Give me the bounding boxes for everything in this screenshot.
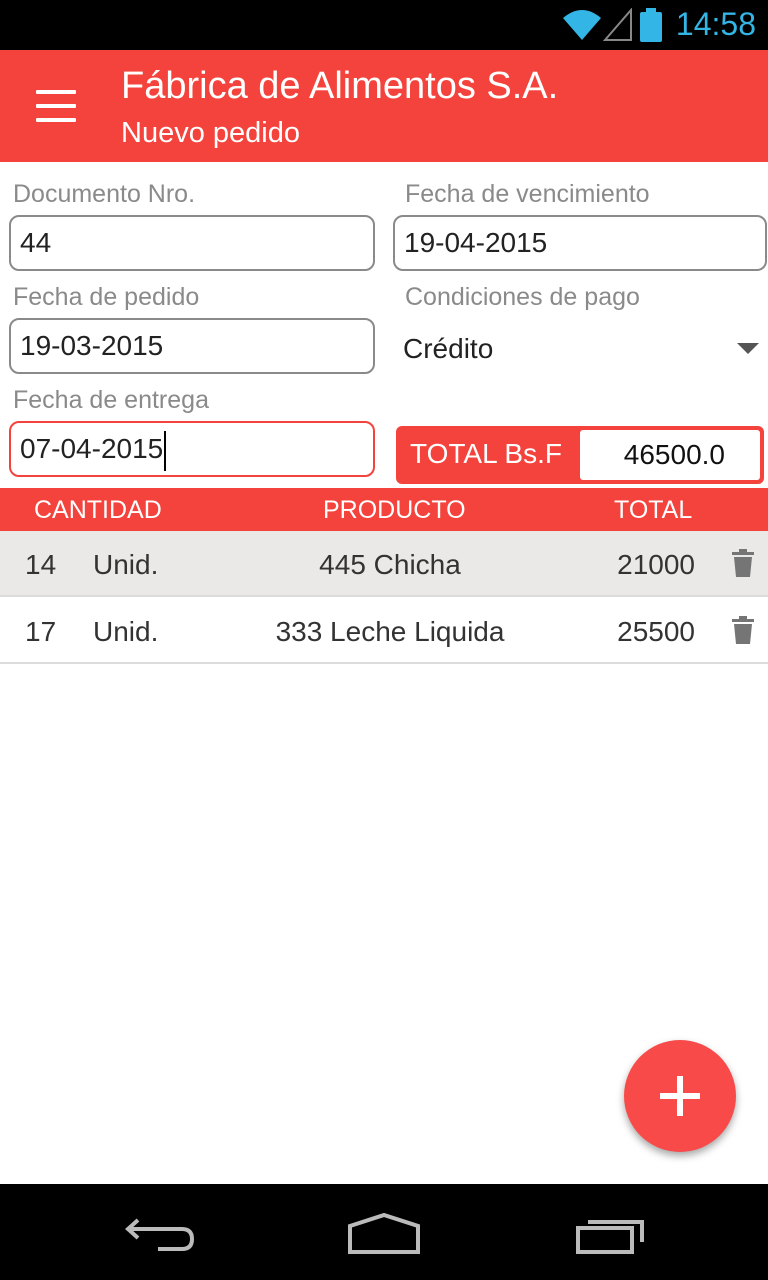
trash-icon[interactable] xyxy=(732,616,754,644)
home-icon[interactable] xyxy=(346,1212,422,1256)
header-total: TOTAL xyxy=(614,496,693,524)
pedido-label: Fecha de pedido xyxy=(13,283,200,311)
navigation-bar xyxy=(0,1184,768,1280)
status-time: 14:58 xyxy=(675,6,756,42)
recents-icon[interactable] xyxy=(574,1214,646,1256)
row-total: 25500 xyxy=(617,616,695,647)
documento-field[interactable]: 44 xyxy=(9,215,375,271)
entrega-value: 07-04-2015 xyxy=(20,433,164,464)
app-bar: Fábrica de Alimentos S.A. Nuevo pedido xyxy=(0,50,768,162)
condiciones-select[interactable]: Crédito xyxy=(403,324,763,374)
row-product: 333 Leche Liquida xyxy=(275,616,505,647)
row-unit: Unid. xyxy=(93,616,159,647)
table-row[interactable]: 14 Unid. 445 Chicha 21000 xyxy=(0,531,768,597)
header-producto: PRODUCTO xyxy=(323,496,466,524)
total-box: TOTAL Bs.F 46500.0 xyxy=(396,426,764,484)
trash-icon[interactable] xyxy=(732,549,754,577)
vencimiento-label: Fecha de vencimiento xyxy=(405,180,650,208)
text-cursor xyxy=(164,430,167,471)
pedido-field[interactable]: 19-03-2015 xyxy=(9,318,375,374)
wifi-icon xyxy=(563,10,601,40)
app-title: Fábrica de Alimentos S.A. xyxy=(121,65,559,107)
entrega-label: Fecha de entrega xyxy=(13,386,209,414)
app-subtitle: Nuevo pedido xyxy=(121,117,300,149)
documento-label: Documento Nro. xyxy=(13,180,196,208)
row-total: 21000 xyxy=(617,549,695,580)
entrega-field[interactable]: 07-04-2015 xyxy=(9,421,375,477)
header-cantidad: CANTIDAD xyxy=(34,496,162,524)
menu-icon[interactable] xyxy=(36,90,76,122)
total-label: TOTAL Bs.F xyxy=(410,438,562,469)
total-value: 46500.0 xyxy=(580,430,760,480)
table-row[interactable]: 17 Unid. 333 Leche Liquida 25500 xyxy=(0,598,768,664)
condiciones-value: Crédito xyxy=(403,333,494,364)
dropdown-arrow-icon xyxy=(737,343,759,354)
status-bar: 14:58 xyxy=(0,0,768,50)
row-qty: 17 xyxy=(25,616,57,647)
row-product: 445 Chicha xyxy=(319,549,461,580)
vencimiento-field[interactable]: 19-04-2015 xyxy=(393,215,767,271)
back-icon[interactable] xyxy=(124,1216,196,1256)
table-header: CANTIDAD PRODUCTO TOTAL xyxy=(0,488,768,531)
row-qty: 14 xyxy=(25,549,57,580)
signal-icon xyxy=(603,8,632,41)
battery-icon xyxy=(640,8,662,42)
add-button[interactable] xyxy=(624,1040,736,1152)
condiciones-label: Condiciones de pago xyxy=(405,283,640,311)
row-unit: Unid. xyxy=(93,549,159,580)
